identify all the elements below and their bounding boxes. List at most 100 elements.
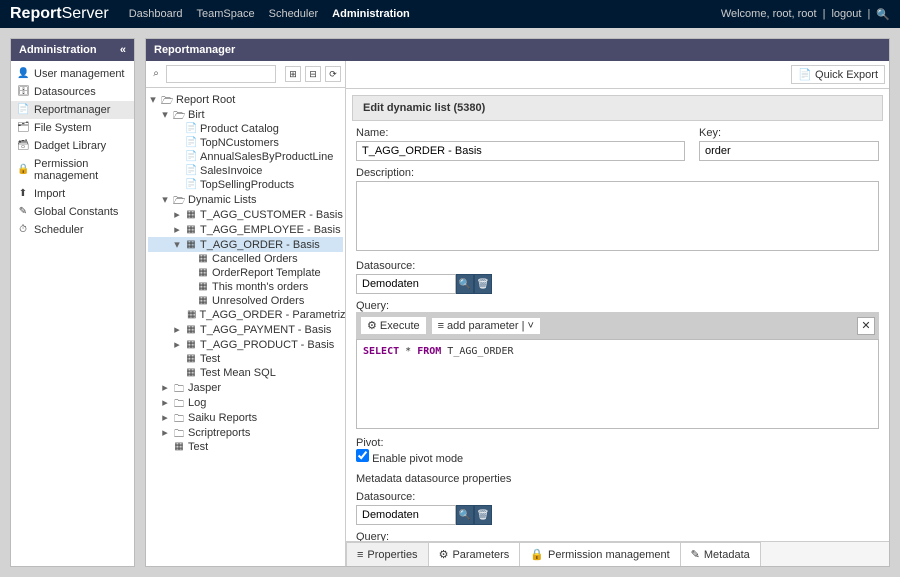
name-label: Name: <box>356 127 685 139</box>
binoculars-icon[interactable]: ⌕ <box>150 68 162 80</box>
key-field[interactable] <box>699 141 879 161</box>
sidebar-item-label: Reportmanager <box>34 104 110 116</box>
tree-node[interactable]: ▦Test <box>148 352 343 366</box>
content: Reportmanager ⌕ ⊞ ⊟ ⟳ ▾🗁Report Root▾🗁Bir… <box>145 38 890 567</box>
tree-node[interactable]: ▾▦T_AGG_ORDER - Basis <box>148 237 343 252</box>
datasource-clear-icon[interactable]: 🗑 <box>474 274 492 294</box>
datasource2-label: Datasource: <box>356 491 879 503</box>
tree-label: T_AGG_EMPLOYEE - Basis <box>200 224 341 236</box>
tab-permission-management[interactable]: 🔒Permission management <box>519 542 680 566</box>
tree-node[interactable]: ▦T_AGG_ORDER - Parametrized <box>148 308 343 322</box>
tab-metadata[interactable]: ✎Metadata <box>680 542 761 566</box>
tree-icon: 📄 <box>185 151 197 163</box>
export-icon: 📄 <box>798 68 812 81</box>
tab-label: Parameters <box>452 549 509 561</box>
sidebar-item-scheduler[interactable]: ⏱Scheduler <box>11 221 134 239</box>
datasource2-clear-icon[interactable]: 🗑 <box>474 505 492 525</box>
tree-node[interactable]: ▸🗀Jasper <box>148 380 343 395</box>
tree-icon: 🗀 <box>173 397 185 409</box>
tab-icon: ≡ <box>357 549 363 561</box>
tree-label: T_AGG_PRODUCT - Basis <box>200 339 334 351</box>
bottom-tabs: ≡Properties⚙Parameters🔒Permission manage… <box>346 541 889 566</box>
execute-button[interactable]: ⚙Execute <box>360 316 427 335</box>
sidebar-item-datasources[interactable]: 🗄Datasources <box>11 83 134 101</box>
tree-panel: ⌕ ⊞ ⊟ ⟳ ▾🗁Report Root▾🗁Birt📄Product Cata… <box>146 61 346 566</box>
tree-icon: 📄 <box>185 165 197 177</box>
tree-node[interactable]: ▦OrderReport Template <box>148 266 343 280</box>
tree-node[interactable]: 📄TopSellingProducts <box>148 178 343 192</box>
tree-node[interactable]: ▦Test <box>148 440 343 454</box>
tree-node[interactable]: 📄SalesInvoice <box>148 164 343 178</box>
tab-parameters[interactable]: ⚙Parameters <box>428 542 521 566</box>
pivot-checkbox[interactable] <box>356 449 369 462</box>
refresh-icon[interactable]: ⟳ <box>325 66 341 82</box>
sidebar-item-icon: ⏱ <box>17 224 29 236</box>
tree-icon: ▦ <box>185 239 197 251</box>
tree-node[interactable]: ▦Unresolved Orders <box>148 294 343 308</box>
expand-icon[interactable]: ⊞ <box>285 66 301 82</box>
sidebar-item-user-management[interactable]: 👤User management <box>11 65 134 83</box>
datasource2-field[interactable] <box>356 505 456 525</box>
tree-icon: ▦ <box>197 267 209 279</box>
query-editor[interactable]: SELECT * FROM T_AGG_ORDER <box>356 339 879 429</box>
sidebar-item-import[interactable]: ⬆Import <box>11 185 134 203</box>
datasource-search-icon[interactable]: 🔍 <box>456 274 474 294</box>
tree-label: T_AGG_ORDER - Basis <box>200 239 320 251</box>
nav-scheduler[interactable]: Scheduler <box>269 8 319 20</box>
tree-node[interactable]: ▾🗁Report Root <box>148 92 343 107</box>
sidebar-header: Administration « <box>11 39 134 61</box>
add-parameter-button[interactable]: ≡add parameter | ˅ <box>431 317 541 335</box>
tree-search-input[interactable] <box>166 65 276 83</box>
close-icon[interactable]: ✕ <box>857 317 875 335</box>
name-field[interactable] <box>356 141 685 161</box>
tree-label: Scriptreports <box>188 427 250 439</box>
sidebar-item-reportmanager[interactable]: 📄 Reportmanager <box>11 101 134 119</box>
tree-node[interactable]: 📄TopNCustomers <box>148 136 343 150</box>
tree-label: Test <box>188 441 208 453</box>
nav-dashboard[interactable]: Dashboard <box>129 8 183 20</box>
tree-label: TopNCustomers <box>200 137 279 149</box>
datasource-field[interactable] <box>356 274 456 294</box>
tab-label: Permission management <box>548 549 670 561</box>
tree-node[interactable]: ▸▦T_AGG_PRODUCT - Basis <box>148 337 343 352</box>
sidebar-item-label: Datasources <box>34 86 96 98</box>
sidebar-item-global-constants[interactable]: ✎Global Constants <box>11 203 134 221</box>
tree-node[interactable]: ▾🗁Dynamic Lists <box>148 192 343 207</box>
query-label: Query: <box>356 300 389 312</box>
quick-export-button[interactable]: 📄 Quick Export <box>791 65 885 84</box>
tree-label: T_AGG_CUSTOMER - Basis <box>200 209 343 221</box>
tree-node[interactable]: ▦Test Mean SQL <box>148 366 343 380</box>
search-icon[interactable]: 🔍 <box>876 8 890 21</box>
tree-node[interactable]: ▸▦T_AGG_EMPLOYEE - Basis <box>148 222 343 237</box>
sidebar-item-dadget-library[interactable]: 🗃Dadget Library <box>11 137 134 155</box>
logout-link[interactable]: logout <box>831 8 861 20</box>
sidebar-item-label: File System <box>34 122 91 134</box>
tree-node[interactable]: ▦This month's orders <box>148 280 343 294</box>
description-field[interactable] <box>356 181 879 251</box>
form-scroll[interactable]: Edit dynamic list (5380) Name: Key: <box>346 89 889 541</box>
tree-node[interactable]: ▸▦T_AGG_PAYMENT - Basis <box>148 322 343 337</box>
tab-properties[interactable]: ≡Properties <box>346 542 429 566</box>
tree-node[interactable]: ▸🗀Saiku Reports <box>148 410 343 425</box>
sidebar-item-permission-management[interactable]: 🔒Permission management <box>11 155 134 185</box>
tree-node[interactable]: ▾🗁Birt <box>148 107 343 122</box>
tree-node[interactable]: ▸🗀Log <box>148 395 343 410</box>
collapse-icon[interactable]: « <box>120 44 126 56</box>
sidebar-item-file-system[interactable]: 🗂File System <box>11 119 134 137</box>
collapse-icon[interactable]: ⊟ <box>305 66 321 82</box>
tree-icon: 🗀 <box>173 427 185 439</box>
tree-node[interactable]: ▸🗀Scriptreports <box>148 425 343 440</box>
nav-teamspace[interactable]: TeamSpace <box>197 8 255 20</box>
welcome-text: Welcome, root, root <box>721 8 817 20</box>
tree-icon: ▦ <box>185 224 197 236</box>
tree-node[interactable]: 📄AnnualSalesByProductLine <box>148 150 343 164</box>
tree-node[interactable]: ▸▦T_AGG_CUSTOMER - Basis <box>148 207 343 222</box>
datasource2-search-icon[interactable]: 🔍 <box>456 505 474 525</box>
brand: ReportServer <box>10 5 109 23</box>
tree-icon: 📄 <box>185 123 197 135</box>
sidebar-item-icon: 📄 <box>17 104 29 116</box>
tree-node[interactable]: 📄Product Catalog <box>148 122 343 136</box>
nav-administration[interactable]: Administration <box>332 8 410 20</box>
tree-node[interactable]: ▦Cancelled Orders <box>148 252 343 266</box>
tree-icon: 🗁 <box>173 194 185 206</box>
